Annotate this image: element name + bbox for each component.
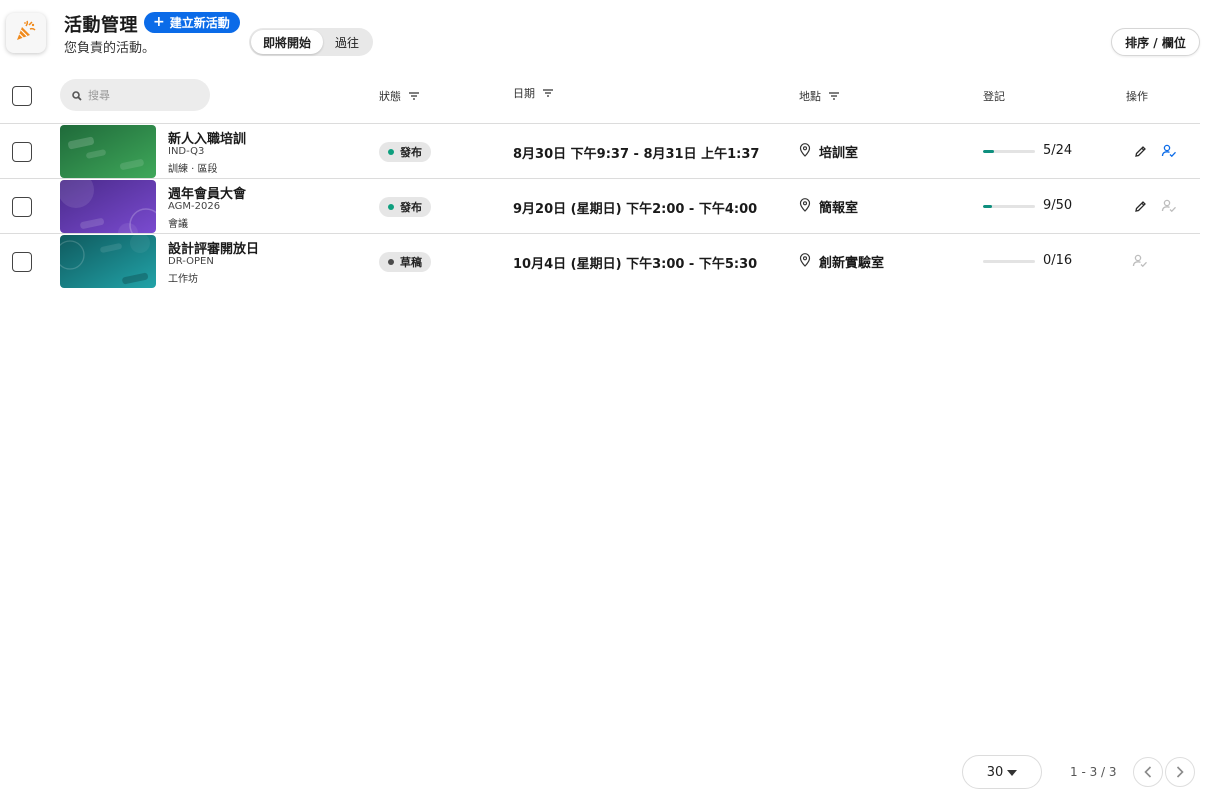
create-event-label: 建立新活動 (169, 16, 230, 30)
row-checkbox[interactable] (12, 252, 32, 272)
column-registration-label: 登記 (983, 90, 1005, 103)
registration-progress-fill (983, 150, 994, 153)
location-pin-icon (799, 197, 811, 216)
event-thumbnail (60, 125, 156, 178)
location-pin-icon (799, 252, 811, 271)
check-in-icon (1132, 253, 1148, 269)
event-date: 8月30日 下午9:37 - 8月31日 上午1:37 (513, 147, 760, 162)
event-date: 10月4日 (星期日) 下午3:00 - 下午5:30 (513, 257, 758, 272)
event-code: AGM-2026 (168, 201, 221, 212)
status-badge: 發布 (379, 197, 431, 217)
date-filter-icon[interactable] (542, 88, 554, 98)
tab-upcoming[interactable]: 即將開始 (251, 30, 324, 54)
pagination-range: 1 - 3 / 3 (1070, 765, 1117, 779)
status-dot (388, 149, 394, 155)
column-location-label: 地點 (799, 90, 821, 103)
event-location: 培訓室 (799, 142, 858, 161)
status-label: 發布 (400, 201, 422, 214)
column-header-date: 日期 (513, 85, 554, 101)
edit-icon[interactable] (1132, 143, 1148, 159)
event-code: IND-Q3 (168, 146, 205, 157)
registration-count: 5/24 (1043, 143, 1073, 158)
registration-progress (983, 150, 1035, 153)
app-logo (6, 13, 46, 53)
table-row[interactable]: 設計評審開放日 DR-OPEN 工作坊 草稿 10月4日 (星期日) 下午3:0… (0, 234, 1200, 289)
location-label: 培訓室 (819, 146, 859, 161)
time-filter-tabs: 即將開始 過往 (249, 28, 374, 56)
search-icon (72, 86, 82, 105)
column-status-label: 狀態 (379, 90, 401, 103)
column-date-label: 日期 (513, 87, 535, 100)
status-badge: 草稿 (379, 252, 431, 272)
prev-page-button[interactable] (1133, 757, 1163, 787)
event-thumbnail (60, 235, 156, 288)
status-filter-icon[interactable] (408, 91, 420, 101)
caret-down-icon (1007, 765, 1018, 780)
chevron-left-icon (1144, 763, 1152, 782)
column-actions-label: 操作 (1126, 90, 1148, 103)
chevron-right-icon (1176, 763, 1184, 782)
location-filter-icon[interactable] (828, 91, 840, 101)
row-checkbox[interactable] (12, 142, 32, 162)
column-header-actions: 操作 (1126, 88, 1148, 104)
event-code: DR-OPEN (168, 256, 214, 267)
event-title[interactable]: 週年會員大會 (168, 183, 246, 202)
edit-icon[interactable] (1132, 198, 1148, 214)
status-label: 草稿 (400, 256, 422, 269)
column-header-location: 地點 (799, 88, 840, 104)
event-thumbnail (60, 180, 156, 233)
registration-count: 0/16 (1043, 253, 1073, 268)
registration-progress-fill (983, 205, 993, 208)
event-category: 工作坊 (168, 274, 198, 285)
event-category: 會議 (168, 219, 188, 230)
status-dot (388, 259, 394, 265)
event-title[interactable]: 新人入職培訓 (168, 128, 246, 147)
event-date: 9月20日 (星期日) 下午2:00 - 下午4:00 (513, 202, 758, 217)
plus-icon: + (153, 14, 165, 30)
select-all-checkbox[interactable] (12, 86, 32, 106)
status-label: 發布 (400, 146, 422, 159)
row-checkbox[interactable] (12, 197, 32, 217)
sort-columns-button[interactable]: 排序 / 欄位 (1111, 28, 1200, 56)
page-title: 活動管理 (64, 15, 138, 36)
event-title[interactable]: 設計評審開放日 (168, 238, 259, 257)
tab-past[interactable]: 過往 (323, 30, 371, 54)
column-header-registration: 登記 (983, 88, 1005, 104)
search-input[interactable] (88, 88, 198, 102)
next-page-button[interactable] (1165, 757, 1195, 787)
location-pin-icon (799, 142, 811, 161)
create-event-button[interactable]: + 建立新活動 (144, 12, 240, 33)
rows-per-page-select[interactable]: 30 (962, 755, 1042, 789)
table-row[interactable]: 新人入職培訓 IND-Q3 訓練 · 區段 發布 8月30日 下午9:37 - … (0, 124, 1200, 179)
location-label: 簡報室 (819, 201, 859, 216)
registration-count: 9/50 (1043, 198, 1073, 213)
check-in-icon (1161, 198, 1177, 214)
search-box (60, 79, 210, 111)
registration-progress (983, 205, 1035, 208)
status-badge: 發布 (379, 142, 431, 162)
status-dot (388, 204, 394, 210)
page-subtitle: 您負責的活動。 (64, 41, 156, 56)
column-header-status: 狀態 (379, 88, 420, 104)
location-label: 創新實驗室 (819, 256, 885, 271)
party-popper-icon (14, 19, 38, 47)
table-row[interactable]: 週年會員大會 AGM-2026 會議 發布 9月20日 (星期日) 下午2:00… (0, 179, 1200, 234)
rows-per-page-value: 30 (986, 764, 1004, 780)
registration-progress (983, 260, 1035, 263)
event-location: 簡報室 (799, 197, 858, 216)
event-location: 創新實驗室 (799, 252, 884, 271)
event-category: 訓練 · 區段 (168, 164, 218, 175)
check-in-icon[interactable] (1161, 143, 1177, 159)
